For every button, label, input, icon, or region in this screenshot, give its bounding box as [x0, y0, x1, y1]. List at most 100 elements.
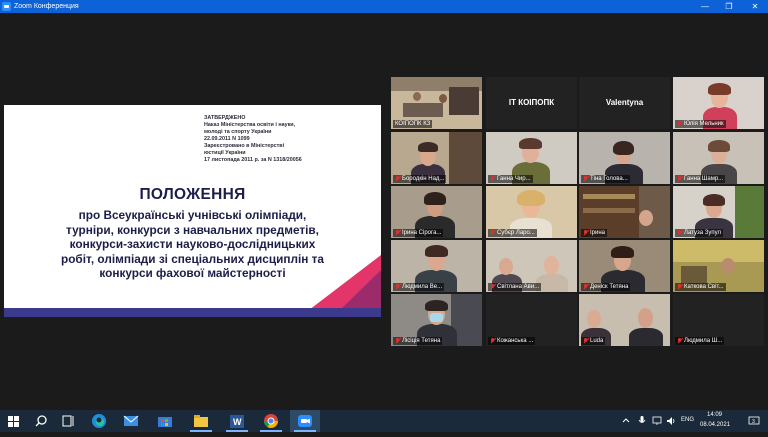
volume-icon[interactable] [666, 416, 676, 426]
zoom-app-icon [2, 2, 11, 11]
approval-line: ЗАТВЕРДЖЕНО [204, 115, 246, 121]
zoom-button[interactable] [290, 410, 320, 432]
participant-tile[interactable]: Ганна Чир... [486, 132, 577, 184]
participant-name: Людмила Ш... [675, 337, 725, 345]
muted-mic-icon [583, 284, 588, 290]
participant-tile[interactable]: Бородкін Над... [391, 132, 482, 184]
participant-tile[interactable]: Субєр Ларо... [486, 186, 577, 238]
participant-name: Деніск Тетяна [581, 283, 631, 291]
approval-line: молоді та спорту України [204, 129, 272, 135]
participant-tile[interactable]: Ірина [579, 186, 670, 238]
mail-icon [123, 415, 139, 426]
edge-button[interactable] [84, 410, 114, 432]
participant-tile[interactable]: Людмила Ш... [673, 294, 764, 346]
participant-tile[interactable]: КОІПОПК КЗ [391, 77, 482, 129]
start-button[interactable] [0, 410, 30, 432]
approval-line: Зареєстровано в Міністерстві [204, 143, 285, 149]
participant-name: Людмила Ве... [393, 283, 445, 291]
participant-name: Юлія Мельник [675, 120, 726, 128]
participant-name: КОІПОПК КЗ [393, 120, 433, 128]
approval-line: юстиції України [204, 150, 246, 156]
slide-decoration-triangle [340, 270, 381, 310]
participant-tile[interactable]: Латуза Зупул [673, 186, 764, 238]
participant-tile[interactable]: Ганна Шамр... [673, 132, 764, 184]
minimize-button[interactable]: — [692, 0, 718, 13]
participant-tile[interactable]: Деніск Тетяна [579, 240, 670, 292]
participant-tile[interactable]: Тіна Голова... [579, 132, 670, 184]
chrome-icon [264, 414, 278, 428]
approval-block: ЗАТВЕРДЖЕНО Наказ Міністерства освіти і … [204, 115, 379, 164]
participant-tile[interactable]: Каткова Світ... [673, 240, 764, 292]
svg-text:3: 3 [752, 419, 755, 425]
subtitle-line: конкурси-захисти науково-дослідницьких [69, 237, 316, 251]
store-button[interactable] [150, 410, 180, 432]
participant-tile[interactable]: Ірина Сірога... [391, 186, 482, 238]
participant-name: Ірина [581, 229, 608, 237]
file-explorer-icon [194, 415, 208, 427]
muted-mic-icon [395, 338, 400, 344]
file-explorer-button[interactable] [186, 410, 216, 432]
approval-line: 17 листопада 2011 р. за N 1318/20056 [204, 157, 302, 163]
svg-text:W: W [233, 417, 242, 427]
muted-mic-icon [677, 338, 682, 344]
chrome-button[interactable] [256, 410, 286, 432]
task-view-icon [62, 415, 74, 427]
participant-name: Світлана Ави... [488, 283, 542, 291]
network-icon[interactable] [652, 416, 662, 426]
microphone-icon[interactable] [638, 415, 646, 426]
participant-tile[interactable]: IT КОІПОПК [486, 77, 577, 129]
shared-screen-slide: ЗАТВЕРДЖЕНО Наказ Міністерства освіти і … [4, 105, 381, 317]
participant-tile[interactable]: Світлана Ави... [486, 240, 577, 292]
word-icon: W [230, 415, 244, 428]
participant-name: Тіна Голова... [581, 175, 630, 183]
approval-line: 22.09.2011 N 1099 [204, 136, 250, 142]
subtitle-line: про Всеукраїнські учнівські олімпіади, [78, 208, 307, 222]
clock-time[interactable]: 14:09 [707, 412, 722, 418]
notifications-icon[interactable]: 3 [748, 415, 760, 427]
muted-mic-icon [490, 284, 495, 290]
task-view-button[interactable] [54, 410, 84, 432]
subtitle-line: турніри, конкурси з навчальних предметів… [66, 222, 319, 237]
muted-mic-icon [677, 284, 682, 290]
clock-date[interactable]: 08.04.2021 [700, 422, 730, 428]
approval-line: Наказ Міністерства освіти і науки, [204, 122, 296, 128]
muted-mic-icon [395, 284, 400, 290]
participant-name: Ганна Шамр... [675, 175, 726, 183]
word-button[interactable]: W [222, 410, 252, 432]
participant-tile[interactable]: Юлія Мельник [673, 77, 764, 129]
muted-mic-icon [677, 121, 682, 127]
chevron-up-icon[interactable] [622, 416, 630, 426]
store-icon [158, 417, 172, 427]
participant-name: Valentyna [605, 98, 644, 107]
start-icon [8, 416, 19, 427]
language-indicator[interactable]: ENG [681, 417, 694, 423]
participant-name: Ірина Сірога... [393, 229, 444, 237]
window-title: Zoom Конференция [14, 3, 79, 10]
windows-taskbar: W ENG 14:09 08.04.2021 3 [0, 410, 768, 432]
participant-tile[interactable]: Valentyna [579, 77, 670, 129]
mail-button[interactable] [116, 410, 146, 432]
muted-mic-icon [677, 230, 682, 236]
participant-name: Кожанська ... [488, 337, 536, 345]
participant-name: Латуза Зупул [675, 229, 723, 237]
participant-tile[interactable]: Luda [579, 294, 670, 346]
participant-tile[interactable]: Лісіція Тетяна [391, 294, 482, 346]
title-bar: Zoom Конференция — ❐ ✕ [0, 0, 768, 13]
muted-mic-icon [490, 230, 495, 236]
muted-mic-icon [490, 338, 495, 344]
participant-name: Бородкін Над... [393, 175, 447, 183]
participant-name: Субєр Ларо... [488, 229, 537, 237]
close-button[interactable]: ✕ [742, 0, 768, 13]
zoom-icon [298, 415, 312, 427]
muted-mic-icon [583, 176, 588, 182]
participant-tile[interactable]: Кожанська ... [486, 294, 577, 346]
participant-name: IT КОІПОПК [508, 98, 555, 107]
edge-icon [92, 414, 106, 428]
participant-name: Каткова Світ... [675, 283, 726, 291]
participant-name: Luda [581, 337, 606, 345]
participant-name: Лісіція Тетяна [393, 337, 443, 345]
maximize-button[interactable]: ❐ [716, 0, 742, 13]
participant-name: Ганна Чир... [488, 175, 533, 183]
muted-mic-icon [395, 176, 400, 182]
participant-tile[interactable]: Людмила Ве... [391, 240, 482, 292]
